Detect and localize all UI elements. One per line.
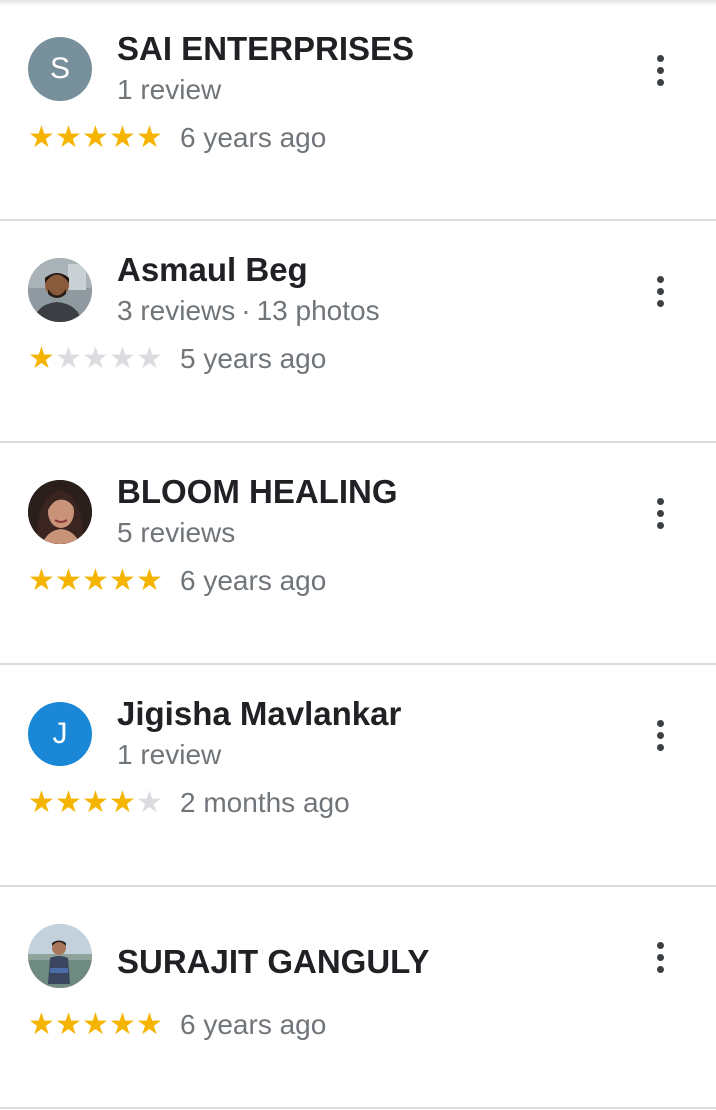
review-count: 5 reviews bbox=[117, 517, 236, 548]
star-rating: ★ ★ ★ ★ ★ bbox=[28, 342, 163, 376]
star-filled-icon: ★ bbox=[82, 121, 109, 154]
more-options-icon[interactable] bbox=[640, 493, 680, 533]
rating-row: ★ ★ ★ ★ ★ 2 months ago bbox=[28, 786, 350, 820]
avatar[interactable]: S bbox=[28, 37, 92, 101]
photo-count: 13 photos bbox=[256, 295, 380, 326]
reviewer-meta: 1 review bbox=[117, 74, 221, 106]
star-filled-icon: ★ bbox=[55, 121, 82, 154]
star-empty-icon: ★ bbox=[55, 342, 82, 375]
reviewer-name[interactable]: BLOOM HEALING bbox=[117, 473, 397, 511]
review-date: 5 years ago bbox=[180, 343, 327, 374]
star-rating: ★ ★ ★ ★ ★ bbox=[28, 121, 163, 155]
star-filled-icon: ★ bbox=[55, 1008, 82, 1041]
star-rating: ★ ★ ★ ★ ★ bbox=[28, 564, 163, 598]
star-filled-icon: ★ bbox=[109, 786, 136, 819]
reviewer-name[interactable]: Jigisha Mavlankar bbox=[117, 695, 401, 733]
rating-row: ★ ★ ★ ★ ★ 6 years ago bbox=[28, 1008, 326, 1042]
star-filled-icon: ★ bbox=[136, 1008, 163, 1041]
more-options-icon[interactable] bbox=[640, 937, 680, 977]
avatar-letter: J bbox=[52, 717, 68, 750]
avatar[interactable] bbox=[28, 258, 92, 322]
reviewer-meta: 5 reviews bbox=[117, 517, 235, 549]
avatar[interactable] bbox=[28, 480, 92, 544]
user-photo-icon bbox=[28, 258, 92, 322]
star-filled-icon: ★ bbox=[28, 564, 55, 597]
rating-row: ★ ★ ★ ★ ★ 6 years ago bbox=[28, 564, 326, 598]
star-filled-icon: ★ bbox=[82, 786, 109, 819]
reviewer-name[interactable]: SURAJIT GANGULY bbox=[117, 943, 429, 981]
star-filled-icon: ★ bbox=[136, 564, 163, 597]
user-photo-icon bbox=[28, 924, 92, 988]
star-empty-icon: ★ bbox=[82, 342, 109, 375]
review-date: 6 years ago bbox=[180, 122, 327, 153]
review-item: J Jigisha Mavlankar 1 review ★ ★ ★ ★ ★ 2 mon… bbox=[0, 665, 716, 887]
star-empty-icon: ★ bbox=[109, 342, 136, 375]
star-filled-icon: ★ bbox=[28, 1008, 55, 1041]
review-count: 1 review bbox=[117, 739, 222, 770]
review-item: Asmaul Beg 3 reviews · 13 photos ★ ★ ★ ★ ★ 5 y… bbox=[0, 221, 716, 443]
review-item: BLOOM HEALING 5 reviews ★ ★ ★ ★ ★ 6 years ag… bbox=[0, 443, 716, 665]
reviewer-meta: 3 reviews · 13 photos bbox=[117, 295, 380, 327]
review-date: 6 years ago bbox=[180, 565, 327, 596]
star-filled-icon: ★ bbox=[109, 1008, 136, 1041]
review-count: 1 review bbox=[117, 74, 222, 105]
rating-row: ★ ★ ★ ★ ★ 6 years ago bbox=[28, 121, 326, 155]
avatar[interactable]: J bbox=[28, 702, 92, 766]
star-filled-icon: ★ bbox=[82, 564, 109, 597]
star-filled-icon: ★ bbox=[55, 786, 82, 819]
review-count: 3 reviews bbox=[117, 295, 236, 326]
reviewer-name[interactable]: SAI ENTERPRISES bbox=[117, 30, 414, 68]
reviewer-name[interactable]: Asmaul Beg bbox=[117, 251, 308, 289]
more-options-icon[interactable] bbox=[640, 50, 680, 90]
meta-separator: · bbox=[241, 295, 251, 326]
more-options-icon[interactable] bbox=[640, 715, 680, 755]
avatar-letter: S bbox=[49, 52, 70, 85]
star-filled-icon: ★ bbox=[136, 121, 163, 154]
avatar[interactable] bbox=[28, 924, 92, 988]
star-rating: ★ ★ ★ ★ ★ bbox=[28, 786, 163, 820]
review-date: 6 years ago bbox=[180, 1009, 327, 1040]
star-filled-icon: ★ bbox=[28, 121, 55, 154]
review-item: SURAJIT GANGULY ★ ★ ★ ★ ★ 6 years ago bbox=[0, 887, 716, 1109]
review-date: 2 months ago bbox=[180, 787, 350, 818]
review-list: S SAI ENTERPRISES 1 review ★ ★ ★ ★ ★ 6 years… bbox=[0, 0, 716, 1109]
star-filled-icon: ★ bbox=[28, 786, 55, 819]
reviewer-meta: 1 review bbox=[117, 739, 221, 771]
star-filled-icon: ★ bbox=[55, 564, 82, 597]
star-filled-icon: ★ bbox=[109, 564, 136, 597]
user-photo-icon bbox=[28, 480, 92, 544]
star-filled-icon: ★ bbox=[82, 1008, 109, 1041]
star-empty-icon: ★ bbox=[136, 786, 163, 819]
rating-row: ★ ★ ★ ★ ★ 5 years ago bbox=[28, 342, 326, 376]
star-rating: ★ ★ ★ ★ ★ bbox=[28, 1008, 163, 1042]
star-filled-icon: ★ bbox=[109, 121, 136, 154]
review-item: S SAI ENTERPRISES 1 review ★ ★ ★ ★ ★ 6 years… bbox=[0, 0, 716, 221]
star-filled-icon: ★ bbox=[28, 342, 55, 375]
more-options-icon[interactable] bbox=[640, 271, 680, 311]
star-empty-icon: ★ bbox=[136, 342, 163, 375]
